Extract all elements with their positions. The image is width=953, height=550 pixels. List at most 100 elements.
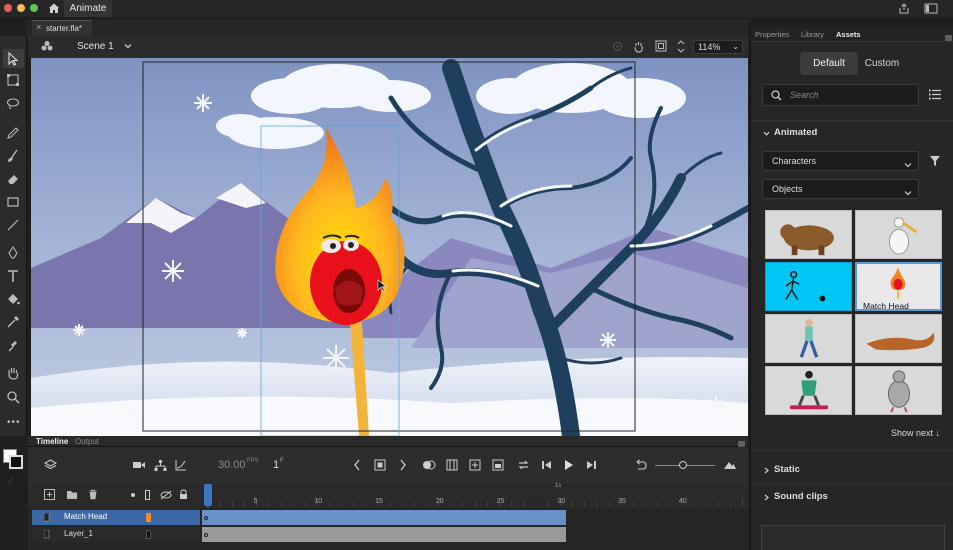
tab-library[interactable]: Library (801, 30, 824, 39)
scene-symbol-icon[interactable] (41, 40, 53, 52)
asset-match-head[interactable]: Match Head (855, 262, 942, 311)
layers-icon[interactable] (43, 459, 58, 471)
layer-row-layer-1[interactable] (32, 527, 200, 542)
keyframe-marker[interactable] (204, 533, 208, 537)
asset-bear[interactable] (765, 210, 852, 259)
hand-tool-icon[interactable] (5, 365, 21, 381)
fps-value[interactable]: 30.00 (218, 459, 246, 471)
new-folder-icon[interactable] (66, 489, 78, 500)
asset-pelican[interactable] (855, 210, 942, 259)
brush-tool-icon[interactable] (5, 148, 21, 164)
chevron-down-icon[interactable] (763, 128, 770, 136)
brush-mode-icon[interactable]: ⁄ (10, 476, 20, 486)
text-tool-icon[interactable] (5, 268, 21, 284)
current-frame[interactable]: 1 (273, 459, 279, 471)
play-icon[interactable] (564, 459, 574, 471)
pin-tool-icon[interactable] (5, 337, 21, 353)
minimize-window-button[interactable] (17, 4, 25, 12)
onion-skin-icon[interactable] (422, 459, 436, 471)
selection-tool-icon[interactable] (5, 51, 21, 67)
asset-walker[interactable] (765, 314, 852, 363)
zoom-tool-icon[interactable] (5, 389, 21, 405)
tab-assets[interactable]: Assets (836, 30, 861, 39)
panel-menu-icon[interactable] (738, 438, 745, 447)
filter-icon[interactable] (929, 155, 941, 167)
type-select[interactable]: Objects (762, 179, 919, 199)
timeline-zoom-slider-thumb[interactable] (679, 461, 687, 469)
layer-row-match-head[interactable] (32, 510, 200, 525)
prev-keyframe-icon[interactable] (353, 459, 361, 471)
home-icon[interactable] (48, 2, 60, 14)
camera-rotate-icon[interactable] (632, 40, 645, 53)
stage-canvas[interactable] (31, 58, 748, 436)
panel-toggle-icon[interactable] (924, 3, 938, 14)
close-window-button[interactable] (4, 4, 12, 12)
layer-parenting-icon[interactable] (154, 459, 167, 471)
line-tool-icon[interactable] (5, 217, 21, 233)
zoom-select[interactable]: 114% ⌄ (693, 40, 743, 54)
layer-color-layer-1[interactable] (146, 530, 151, 539)
highlight-layers-icon[interactable] (131, 493, 135, 497)
layer-name-layer-1[interactable]: Layer_1 (64, 529, 93, 538)
keyframe-marker[interactable] (204, 516, 208, 520)
list-view-icon[interactable] (929, 89, 941, 100)
new-layer-icon[interactable] (44, 489, 55, 500)
outline-layers-icon[interactable] (145, 490, 150, 500)
pencil-tool-icon[interactable] (5, 125, 21, 141)
lock-icon[interactable] (179, 489, 188, 500)
pen-tool-icon[interactable] (5, 245, 21, 261)
share-icon[interactable] (898, 3, 910, 14)
close-tab-icon[interactable]: × (36, 22, 41, 32)
graph-icon[interactable] (175, 459, 187, 471)
clip-canvas-icon[interactable] (655, 40, 667, 52)
delete-layer-icon[interactable] (88, 489, 98, 500)
app-tab[interactable]: Animate (64, 0, 112, 17)
custom-mode-button[interactable]: Custom (861, 52, 903, 75)
eyedropper-tool-icon[interactable] (5, 314, 21, 330)
free-transform-tool-icon[interactable] (5, 72, 21, 88)
tab-properties[interactable]: Properties (755, 30, 789, 39)
more-tools-icon[interactable]: ••• (7, 417, 21, 428)
layer-name-match-head[interactable]: Match Head (64, 512, 107, 521)
stroke-color-swatch[interactable] (9, 455, 23, 469)
panel-menu-icon[interactable] (945, 32, 952, 41)
scene-name[interactable]: Scene 1 (77, 41, 114, 52)
fit-frames-icon[interactable] (469, 459, 481, 471)
section-animated[interactable]: Animated (774, 127, 817, 138)
asset-pigeon[interactable] (855, 366, 942, 415)
search-input[interactable]: Search (762, 84, 919, 106)
insert-keyframe-icon[interactable] (374, 459, 386, 471)
center-stage-icon[interactable] (677, 39, 685, 54)
eye-hidden-icon[interactable] (160, 490, 172, 500)
camera-icon[interactable] (132, 460, 146, 470)
show-next-link[interactable]: Show next ↓ (891, 428, 940, 438)
next-keyframe-icon[interactable] (399, 459, 407, 471)
asset-stick-figure[interactable] (765, 262, 852, 311)
undo-icon[interactable] (634, 459, 647, 471)
frame-span-match-head[interactable] (202, 510, 566, 525)
rectangle-tool-icon[interactable] (5, 194, 21, 210)
loop-playback-icon[interactable] (517, 459, 530, 471)
tab-timeline[interactable]: Timeline (36, 437, 68, 446)
asset-squirrel[interactable] (855, 314, 942, 363)
default-mode-button[interactable]: Default (800, 52, 858, 75)
step-back-icon[interactable] (541, 460, 552, 470)
frame-span-layer-1[interactable] (202, 527, 566, 542)
asset-snowboarder[interactable] (765, 366, 852, 415)
category-select[interactable]: Characters (762, 151, 919, 171)
create-tween-icon[interactable] (492, 459, 504, 471)
step-forward-icon[interactable] (586, 460, 597, 470)
section-sound-clips[interactable]: Sound clips (774, 491, 828, 502)
edit-multiple-frames-icon[interactable] (446, 459, 458, 471)
chevron-right-icon[interactable] (763, 465, 770, 474)
mountain-zoom-icon[interactable] (723, 460, 737, 470)
tab-output[interactable]: Output (75, 437, 99, 446)
paint-bucket-tool-icon[interactable] (5, 291, 21, 307)
chevron-down-icon[interactable] (123, 41, 133, 51)
layer-color-match-head[interactable] (146, 513, 151, 522)
eraser-tool-icon[interactable] (5, 171, 21, 187)
playhead[interactable] (204, 484, 212, 506)
section-static[interactable]: Static (774, 464, 800, 475)
align-icon[interactable] (612, 41, 623, 52)
lasso-tool-icon[interactable] (5, 96, 21, 112)
